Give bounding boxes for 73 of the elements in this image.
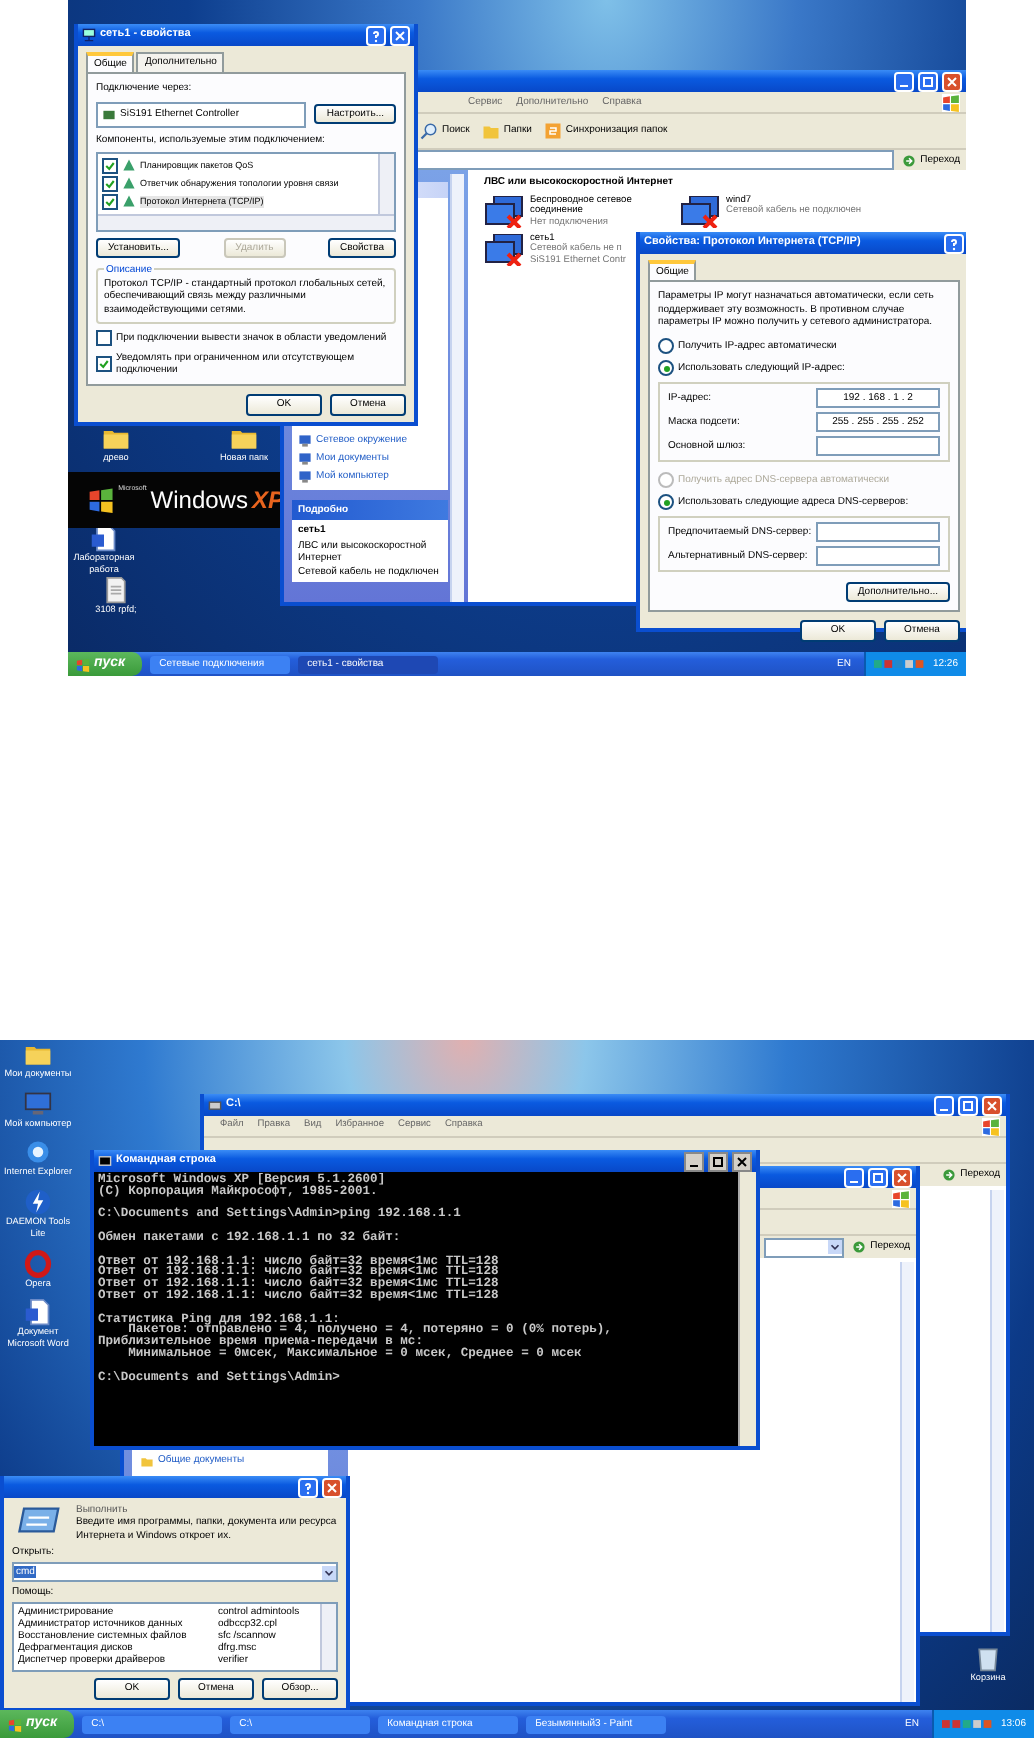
console-icon (98, 1154, 112, 1168)
network-icon (82, 28, 96, 42)
help-button[interactable] (366, 25, 386, 45)
globe-icon[interactable] (24, 1138, 52, 1167)
ip-address-field[interactable] (816, 522, 940, 542)
close-icon (392, 27, 408, 43)
monitor-icon (298, 434, 312, 448)
arrow-icon (852, 1240, 867, 1254)
document-icon[interactable] (24, 1298, 52, 1327)
close-button[interactable] (732, 1151, 752, 1171)
checkbox[interactable] (102, 157, 118, 174)
maximize-icon (870, 1169, 886, 1185)
close-icon (894, 1169, 910, 1185)
monitor-icon (298, 470, 312, 484)
network-card-icon (102, 107, 116, 121)
monitor-icon[interactable] (24, 1089, 52, 1118)
address-field[interactable] (764, 1237, 845, 1257)
windows-flag-icon (982, 1117, 1000, 1135)
checkbox[interactable] (102, 193, 118, 210)
scrollbar[interactable] (990, 1190, 1004, 1632)
file-icon[interactable] (102, 576, 130, 604)
scrollbar[interactable] (450, 174, 464, 602)
scrollbar[interactable] (320, 1604, 336, 1671)
dropdown-icon[interactable] (322, 1565, 336, 1579)
windows-flag-icon (88, 486, 115, 514)
radio-button[interactable] (658, 338, 674, 354)
minimize-button[interactable] (684, 1151, 704, 1171)
network-monitor-icon (484, 234, 524, 267)
checkbox[interactable] (102, 175, 118, 192)
help-icon (368, 27, 384, 43)
folder-icon (140, 1454, 154, 1468)
help-icon (300, 1479, 316, 1495)
lightning-icon[interactable] (24, 1188, 52, 1217)
help-icon (946, 235, 962, 251)
close-icon (324, 1479, 340, 1495)
maximize-icon (920, 73, 936, 89)
help-button[interactable] (298, 1477, 318, 1497)
search-icon (420, 122, 438, 140)
ip-address-field[interactable] (816, 436, 940, 456)
arrow-icon (942, 1168, 957, 1182)
scrollbar[interactable] (378, 153, 394, 214)
checkbox[interactable] (96, 329, 112, 346)
scrollbar[interactable] (900, 1262, 914, 1702)
tray-icons-drawing[interactable] (942, 1718, 995, 1730)
maximize-icon (960, 1097, 976, 1113)
dropdown-icon[interactable] (828, 1239, 843, 1253)
maximize-button[interactable] (708, 1151, 728, 1171)
logo-text: Windows (150, 485, 248, 515)
tray-icons-drawing[interactable] (874, 658, 927, 670)
network-monitor-icon (484, 196, 524, 229)
windows-flag-icon (942, 93, 960, 111)
maximize-icon (710, 1153, 726, 1169)
help-button[interactable] (944, 233, 964, 253)
close-icon (944, 73, 960, 89)
scrollbar[interactable] (738, 1172, 756, 1446)
scrollbar[interactable] (98, 213, 394, 230)
monitor-icon (298, 452, 312, 466)
close-icon (734, 1153, 750, 1169)
radio-button[interactable] (658, 360, 674, 376)
close-icon (984, 1097, 1000, 1113)
radio-button[interactable] (658, 494, 674, 510)
windows-flag-icon (892, 1189, 910, 1207)
folder-icon (481, 122, 500, 140)
check-icon (98, 358, 110, 370)
trash-icon[interactable] (974, 1644, 1002, 1672)
ip-address-field[interactable] (816, 546, 940, 566)
network-monitor-icon (680, 196, 720, 229)
sync-icon (543, 122, 562, 140)
checkbox[interactable] (96, 356, 112, 372)
arrow-icon (902, 153, 917, 167)
windows-flag-icon (8, 1717, 22, 1731)
drive-icon (208, 1098, 222, 1112)
windows-flag-icon (76, 657, 90, 671)
